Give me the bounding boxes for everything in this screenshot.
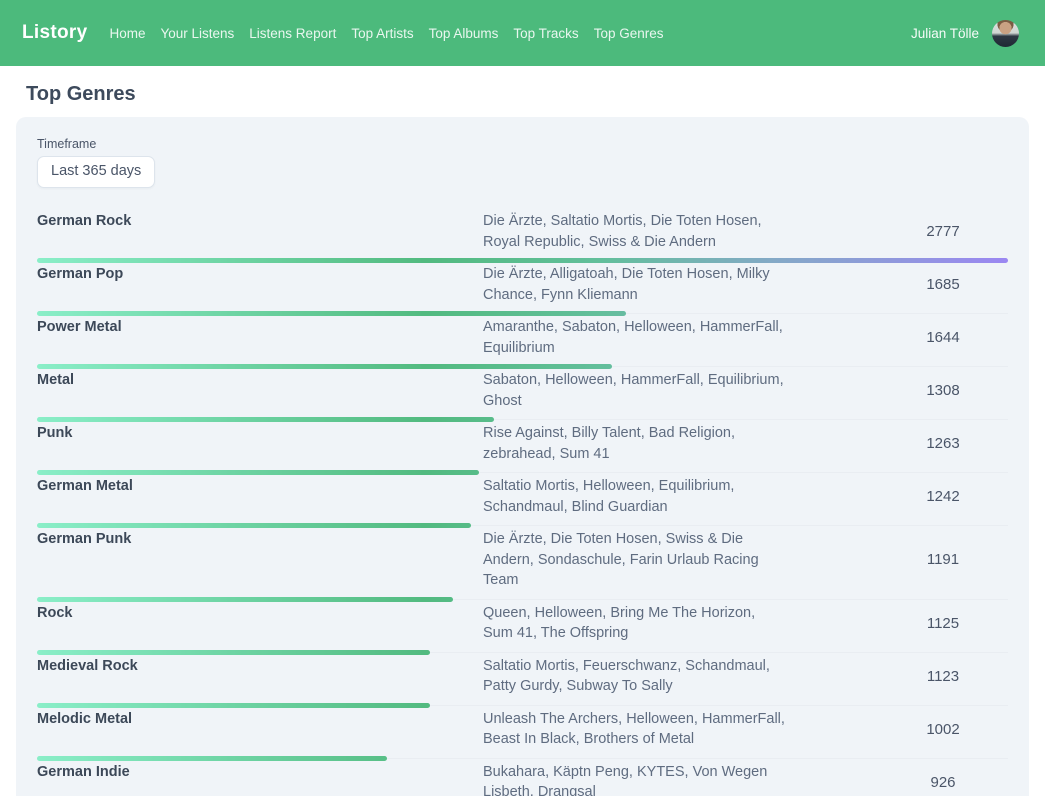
genre-row: German MetalSaltatio Mortis, Helloween, … (37, 473, 1008, 526)
timeframe-select[interactable]: Last 365 days (37, 156, 155, 188)
genre-count: 1685 (878, 276, 1008, 293)
genre-count: 1263 (878, 435, 1008, 452)
genre-name: German Pop (37, 264, 483, 285)
user-name: Julian Tölle (911, 26, 979, 41)
brand-logo[interactable]: Listory (22, 22, 87, 44)
genre-artists: Bukahara, Käptn Peng, KYTES, Von Wegen L… (483, 762, 785, 796)
genre-name: Power Metal (37, 317, 483, 338)
nav-item-top-albums[interactable]: Top Albums (429, 22, 499, 45)
genre-count: 2777 (878, 223, 1008, 240)
genre-count: 1242 (878, 488, 1008, 505)
genre-count: 1125 (878, 615, 1008, 632)
genre-count: 1191 (878, 551, 1008, 568)
genre-artists: Die Ärzte, Saltatio Mortis, Die Toten Ho… (483, 211, 785, 252)
main-content: Top Genres Timeframe Last 365 days Germa… (0, 84, 1045, 796)
genre-row: German IndieBukahara, Käptn Peng, KYTES,… (37, 759, 1008, 796)
nav-item-top-genres[interactable]: Top Genres (594, 22, 664, 45)
genre-name: Punk (37, 423, 483, 444)
page-title: Top Genres (26, 84, 1029, 105)
genre-list: German RockDie Ärzte, Saltatio Mortis, D… (37, 208, 1008, 796)
genre-name: Medieval Rock (37, 656, 483, 677)
genre-count: 1644 (878, 329, 1008, 346)
genre-artists: Die Ärzte, Die Toten Hosen, Swiss & Die … (483, 529, 785, 591)
genre-name: German Metal (37, 476, 483, 497)
navbar: Listory Home Your Listens Listens Report To… (0, 0, 1045, 66)
genre-row: PunkRise Against, Billy Talent, Bad Reli… (37, 420, 1008, 473)
nav-item-top-artists[interactable]: Top Artists (351, 22, 413, 45)
user-avatar[interactable] (992, 20, 1019, 47)
genre-artists: Die Ärzte, Alligatoah, Die Toten Hosen, … (483, 264, 785, 305)
genre-name: German Rock (37, 211, 483, 232)
nav-item-listens-report[interactable]: Listens Report (249, 22, 336, 45)
timeframe-control: Timeframe Last 365 days (37, 137, 1008, 188)
top-genres-card: Timeframe Last 365 days German RockDie Ä… (16, 117, 1029, 796)
genre-count: 926 (878, 774, 1008, 791)
genre-name: German Indie (37, 762, 483, 783)
genre-name: Melodic Metal (37, 709, 483, 730)
genre-artists: Sabaton, Helloween, HammerFall, Equilibr… (483, 370, 785, 411)
nav-item-your-listens[interactable]: Your Listens (160, 22, 234, 45)
genre-name: Metal (37, 370, 483, 391)
nav-item-home[interactable]: Home (109, 22, 145, 45)
genre-name: German Punk (37, 529, 483, 550)
genre-artists: Unleash The Archers, Helloween, HammerFa… (483, 709, 785, 750)
genre-row: Power MetalAmaranthe, Sabaton, Helloween… (37, 314, 1008, 367)
genre-row: MetalSabaton, Helloween, HammerFall, Equ… (37, 367, 1008, 420)
nav-item-top-tracks[interactable]: Top Tracks (513, 22, 578, 45)
genre-artists: Amaranthe, Sabaton, Helloween, HammerFal… (483, 317, 785, 358)
genre-name: Rock (37, 603, 483, 624)
genre-count: 1002 (878, 721, 1008, 738)
genre-artists: Saltatio Mortis, Helloween, Equilibrium,… (483, 476, 785, 517)
genre-row: RockQueen, Helloween, Bring Me The Horiz… (37, 600, 1008, 653)
genre-row: Medieval RockSaltatio Mortis, Feuerschwa… (37, 653, 1008, 706)
genre-count: 1123 (878, 668, 1008, 685)
genre-count: 1308 (878, 382, 1008, 399)
nav-links: Home Your Listens Listens Report Top Artist… (109, 22, 663, 45)
genre-row: Melodic MetalUnleash The Archers, Hellow… (37, 706, 1008, 759)
genre-artists: Saltatio Mortis, Feuerschwanz, Schandmau… (483, 656, 785, 697)
timeframe-label: Timeframe (37, 137, 1008, 151)
genre-artists: Queen, Helloween, Bring Me The Horizon, … (483, 603, 785, 644)
genre-row: German PunkDie Ärzte, Die Toten Hosen, S… (37, 526, 1008, 600)
genre-artists: Rise Against, Billy Talent, Bad Religion… (483, 423, 785, 464)
genre-row: German RockDie Ärzte, Saltatio Mortis, D… (37, 208, 1008, 261)
genre-row: German PopDie Ärzte, Alligatoah, Die Tot… (37, 261, 1008, 314)
